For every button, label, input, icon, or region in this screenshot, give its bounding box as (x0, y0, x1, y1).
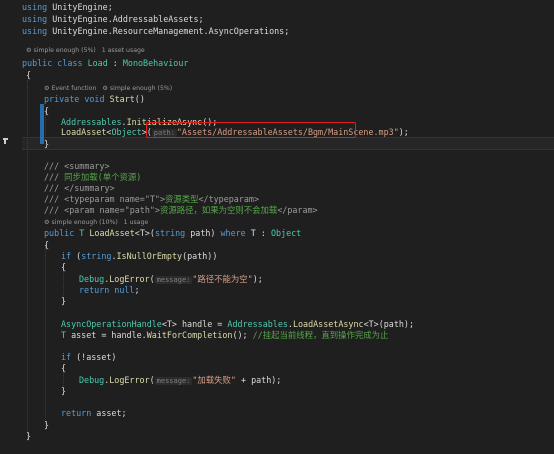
quick-action-icon[interactable] (2, 137, 10, 145)
code-line: public T LoadAsset<T>(string path) where… (44, 228, 302, 238)
editor-gutter (0, 0, 22, 454)
codelens-usage[interactable]: ⚙ simple enough (5%) 1 asset usage (26, 45, 145, 56)
code-line: T asset = handle.WaitForCompletion(); //… (61, 330, 389, 340)
code-editor[interactable]: using UnityEngine; using UnityEngine.Add… (0, 0, 554, 454)
code-line: { (61, 262, 67, 272)
code-line: return null; (79, 285, 140, 295)
code-line: Debug.LogError(message: "加载失败" + path); (79, 375, 282, 385)
indent-guide (45, 246, 46, 426)
code-line: { (26, 70, 32, 80)
code-line: return asset; (61, 408, 127, 418)
code-line: private void Start() (44, 94, 145, 104)
code-line: { (61, 363, 67, 373)
code-line: public class Load : MonoBehaviour (22, 58, 189, 68)
code-line: if (string.IsNullOrEmpty(path)) (61, 251, 218, 261)
code-line: { (44, 240, 50, 250)
code-line: } (61, 296, 67, 306)
code-line: using UnityEngine.ResourceManagement.Asy… (22, 26, 290, 36)
highlight-box (146, 122, 356, 138)
parameter-hint: message: (154, 276, 193, 284)
doc-comment: /// <param name="path">资源路径，如果为空则不会加载</p… (44, 205, 318, 215)
code-line: if (!asset) (61, 352, 117, 362)
code-line: } (44, 420, 50, 430)
indent-guide (27, 80, 28, 440)
parameter-hint: message: (154, 377, 193, 385)
code-line: } (61, 386, 67, 396)
code-line: } (26, 431, 32, 441)
code-line: } (44, 139, 50, 149)
code-line: { (44, 106, 50, 116)
